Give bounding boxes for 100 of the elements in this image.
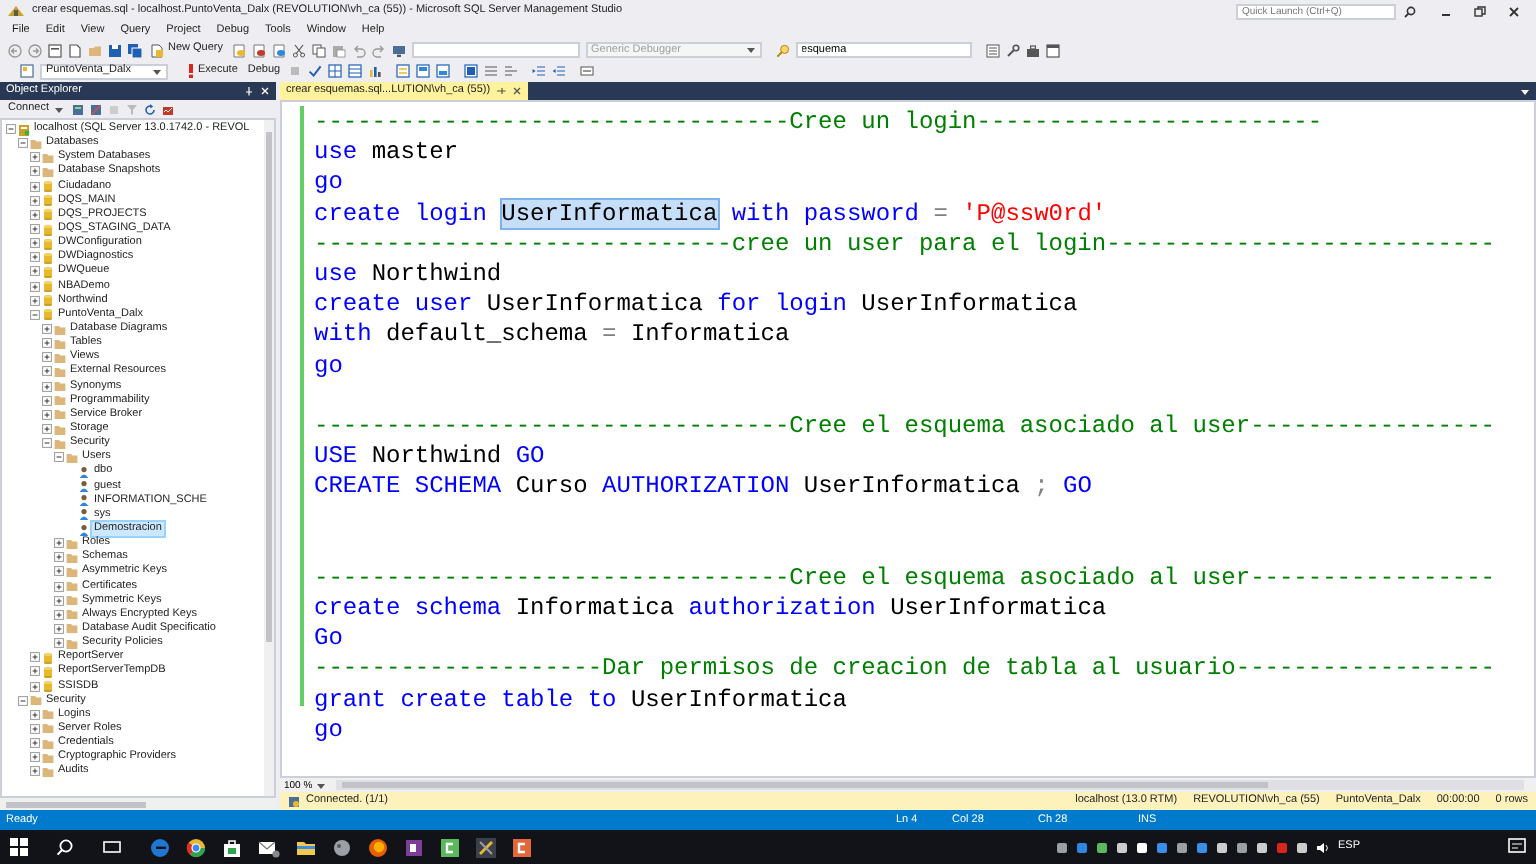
find-icon[interactable] [775, 43, 790, 57]
cut-icon[interactable] [291, 43, 306, 57]
results-icon[interactable] [396, 64, 411, 78]
chart-icon[interactable] [368, 64, 383, 78]
expander-icon[interactable] [42, 352, 52, 363]
shopping-bag-icon[interactable] [222, 837, 242, 857]
refresh-icon[interactable] [143, 103, 155, 115]
expander-icon[interactable] [30, 738, 40, 749]
code-line: grant create table to UserInformatica [314, 685, 849, 716]
window-layout-icon[interactable] [1045, 43, 1060, 57]
code-line: ---------------------------------Cree un login------------------------ [314, 108, 1325, 139]
browser-icon[interactable] [186, 837, 206, 857]
horizontal-scrollbar[interactable] [336, 780, 1524, 790]
expander-icon[interactable] [54, 638, 64, 649]
app-icon[interactable] [440, 837, 460, 857]
close-icon[interactable] [1508, 5, 1520, 17]
envelope-icon[interactable] [258, 837, 280, 857]
grid-results-icon[interactable] [464, 64, 479, 78]
new-query-icon [150, 43, 164, 57]
dropdown-icon[interactable] [1520, 87, 1530, 95]
tools-icon[interactable] [476, 837, 496, 857]
pin-icon[interactable] [496, 86, 507, 96]
expander-icon[interactable] [30, 195, 40, 206]
volume-icon[interactable] [1315, 841, 1330, 853]
code-line: create login UserInformatica with password = 'P@ssw0rd' [314, 199, 1109, 230]
expander-icon[interactable] [54, 538, 64, 549]
expander-icon[interactable] [18, 138, 28, 149]
expander-icon[interactable] [30, 181, 40, 192]
expander-icon[interactable] [42, 409, 52, 420]
expander-icon[interactable] [30, 266, 40, 277]
expander-icon[interactable] [30, 309, 40, 320]
object-explorer-icon[interactable] [20, 64, 34, 78]
app-icon[interactable] [404, 837, 424, 857]
grid-icon[interactable] [348, 64, 363, 78]
expander-icon[interactable] [42, 424, 52, 435]
checkmark-icon[interactable] [308, 64, 323, 78]
folder-icon[interactable] [296, 837, 316, 857]
copy-icon[interactable] [311, 43, 326, 57]
paste-icon[interactable] [331, 43, 346, 57]
expander-icon[interactable] [30, 281, 40, 292]
expander-icon[interactable] [54, 552, 64, 563]
expander-icon[interactable] [18, 695, 28, 706]
expander-icon[interactable] [30, 295, 40, 306]
new-file-icon[interactable] [68, 43, 82, 57]
expander-icon[interactable] [30, 252, 40, 263]
database-query-icon[interactable] [271, 43, 286, 57]
specify-values-icon[interactable] [580, 64, 595, 78]
code-line: create schema Informatica authorization UserInformatica [314, 594, 1109, 625]
browser-icon[interactable] [368, 837, 388, 857]
expander-icon[interactable] [42, 381, 52, 392]
monitor-icon[interactable] [391, 43, 406, 57]
database-query-icon[interactable] [251, 43, 266, 57]
expander-icon[interactable] [54, 566, 64, 577]
expander-icon[interactable] [54, 452, 64, 463]
expander-icon[interactable] [30, 723, 40, 734]
search-icon[interactable] [1404, 5, 1416, 17]
expander-icon[interactable] [54, 595, 64, 606]
expander-icon[interactable] [42, 395, 52, 406]
code-line: go [314, 168, 345, 200]
expander-icon[interactable] [54, 581, 64, 592]
code-line: -----------------------------cree un user para el login--------------------------- [314, 229, 1497, 260]
code-line: use master [314, 138, 461, 169]
vertical-scrollbar[interactable] [264, 120, 274, 796]
code-line: --------------------Dar permisos de creacion de tabla al usuario------------------ [314, 654, 1497, 686]
expander-icon[interactable] [30, 766, 40, 777]
app-icon[interactable] [332, 837, 352, 857]
expander-icon[interactable] [30, 209, 40, 220]
wrench-icon[interactable] [1005, 43, 1020, 57]
expander-icon[interactable] [30, 152, 40, 163]
expander-icon[interactable] [42, 324, 52, 335]
new-project-icon[interactable] [48, 43, 62, 57]
expander-icon[interactable] [30, 709, 40, 720]
expander-icon[interactable] [54, 609, 64, 620]
exclamation-icon [188, 64, 194, 78]
app-icon[interactable] [512, 837, 532, 857]
expander-icon[interactable] [30, 238, 40, 249]
expander-icon[interactable] [54, 623, 64, 634]
expander-icon[interactable] [30, 752, 40, 763]
save-icon[interactable] [108, 43, 122, 57]
expander-icon[interactable] [30, 681, 40, 692]
expander-icon[interactable] [42, 338, 52, 349]
expander-icon[interactable] [42, 438, 52, 449]
expander-icon[interactable] [30, 224, 40, 235]
expander-icon[interactable] [30, 166, 40, 177]
expander-icon[interactable] [42, 366, 52, 377]
disconnect-server-icon[interactable] [89, 103, 101, 115]
expander-icon[interactable] [30, 666, 40, 677]
notification-icon[interactable] [1508, 838, 1526, 856]
properties-icon[interactable] [985, 43, 1000, 57]
grid-icon[interactable] [328, 64, 343, 78]
save-all-icon[interactable] [128, 43, 142, 57]
windows-logo-icon[interactable] [10, 838, 28, 856]
restore-icon[interactable] [1474, 5, 1486, 17]
expander-icon[interactable] [30, 652, 40, 663]
task-view-icon[interactable] [102, 838, 122, 856]
activity-monitor-icon[interactable] [161, 103, 173, 115]
expander-icon[interactable] [6, 124, 16, 135]
toolbox-icon[interactable] [1025, 43, 1040, 57]
connect-server-icon[interactable] [71, 103, 83, 115]
close-icon[interactable] [512, 86, 523, 96]
